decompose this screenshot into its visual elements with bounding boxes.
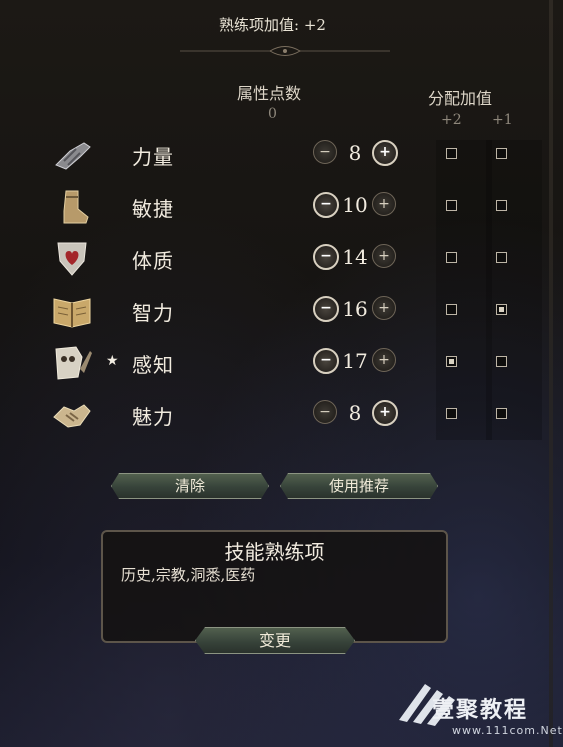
ability-row-constitution: 体质 − 14 + bbox=[0, 237, 545, 283]
ability-row-intelligence: 智力 − 16 + bbox=[0, 289, 545, 335]
header-ornament bbox=[180, 46, 390, 56]
ability-score: 14 bbox=[342, 245, 368, 269]
ability-row-charisma: 魅力 − 8 + bbox=[0, 393, 545, 439]
heart-shield-icon bbox=[57, 242, 87, 276]
watermark-url: www.111com.Net bbox=[452, 724, 563, 737]
handshake-icon bbox=[53, 404, 91, 428]
increase-button[interactable]: + bbox=[372, 296, 396, 320]
decrease-button[interactable]: − bbox=[313, 244, 339, 270]
ability-score: 16 bbox=[342, 297, 368, 321]
plus1-checkbox[interactable] bbox=[496, 408, 507, 419]
increase-button[interactable]: + bbox=[372, 244, 396, 268]
ability-points-label: 属性点数 bbox=[237, 84, 302, 103]
plus2-checkbox[interactable] bbox=[446, 304, 457, 315]
primary-star: ★ bbox=[106, 353, 119, 369]
ability-name: 感知 bbox=[132, 353, 174, 377]
plus1-checkbox[interactable] bbox=[496, 148, 507, 159]
decrease-button[interactable]: − bbox=[313, 296, 339, 322]
ability-score: 8 bbox=[348, 401, 362, 425]
ability-score: 10 bbox=[342, 193, 368, 217]
ability-row-dexterity: 敏捷 − 10 + bbox=[0, 185, 545, 231]
boot-icon bbox=[63, 190, 89, 224]
plus2-checkbox[interactable] bbox=[446, 148, 457, 159]
book-icon bbox=[53, 298, 91, 328]
ability-points-value: 0 bbox=[268, 106, 277, 122]
increase-button[interactable]: + bbox=[372, 348, 396, 372]
bonus-plus2-label: +2 bbox=[441, 112, 462, 128]
plus2-checkbox[interactable] bbox=[446, 408, 457, 419]
skill-proficiency-list: 历史,宗教,洞悉,医药 bbox=[121, 566, 256, 584]
ability-name: 力量 bbox=[132, 145, 174, 169]
ability-score: 8 bbox=[348, 141, 362, 165]
panel-edge bbox=[549, 0, 553, 747]
ability-name: 魅力 bbox=[132, 405, 174, 429]
ability-score: 17 bbox=[342, 349, 368, 373]
ability-row-strength: 力量 − 8 + bbox=[0, 133, 545, 179]
watermark-brand: 壹聚教程 bbox=[432, 698, 529, 723]
proficiency-bonus-header: 熟练项加值: +2 bbox=[219, 16, 326, 34]
decrease-button[interactable]: − bbox=[313, 400, 337, 424]
clear-button[interactable]: 清除 bbox=[111, 473, 269, 499]
ability-row-wisdom: ★ 感知 − 17 + bbox=[0, 341, 545, 387]
plus1-checkbox[interactable] bbox=[496, 200, 507, 211]
decrease-button[interactable]: − bbox=[313, 140, 337, 164]
ability-name: 敏捷 bbox=[132, 197, 174, 221]
decrease-button[interactable]: − bbox=[313, 348, 339, 374]
skill-proficiency-panel: 技能熟练项 历史,宗教,洞悉,医药 bbox=[101, 530, 448, 643]
ability-name: 智力 bbox=[132, 301, 174, 325]
decrease-button[interactable]: − bbox=[313, 192, 339, 218]
plus1-checkbox[interactable] bbox=[496, 304, 507, 315]
change-skills-button[interactable]: 变更 bbox=[195, 627, 355, 654]
increase-button[interactable]: + bbox=[372, 140, 398, 166]
bonus-plus1-label: +1 bbox=[492, 112, 513, 128]
ability-name: 体质 bbox=[132, 249, 174, 273]
plus2-checkbox[interactable] bbox=[446, 200, 457, 211]
plus1-checkbox[interactable] bbox=[496, 356, 507, 367]
plus2-checkbox[interactable] bbox=[446, 356, 457, 367]
gauntlet-icon bbox=[55, 142, 91, 170]
assign-bonus-label: 分配加值 bbox=[428, 89, 493, 108]
owl-icon bbox=[55, 346, 92, 380]
increase-button[interactable]: + bbox=[372, 400, 398, 426]
skill-proficiency-title: 技能熟练项 bbox=[224, 540, 325, 564]
use-recommended-button[interactable]: 使用推荐 bbox=[280, 473, 438, 499]
increase-button[interactable]: + bbox=[372, 192, 396, 216]
plus1-checkbox[interactable] bbox=[496, 252, 507, 263]
plus2-checkbox[interactable] bbox=[446, 252, 457, 263]
